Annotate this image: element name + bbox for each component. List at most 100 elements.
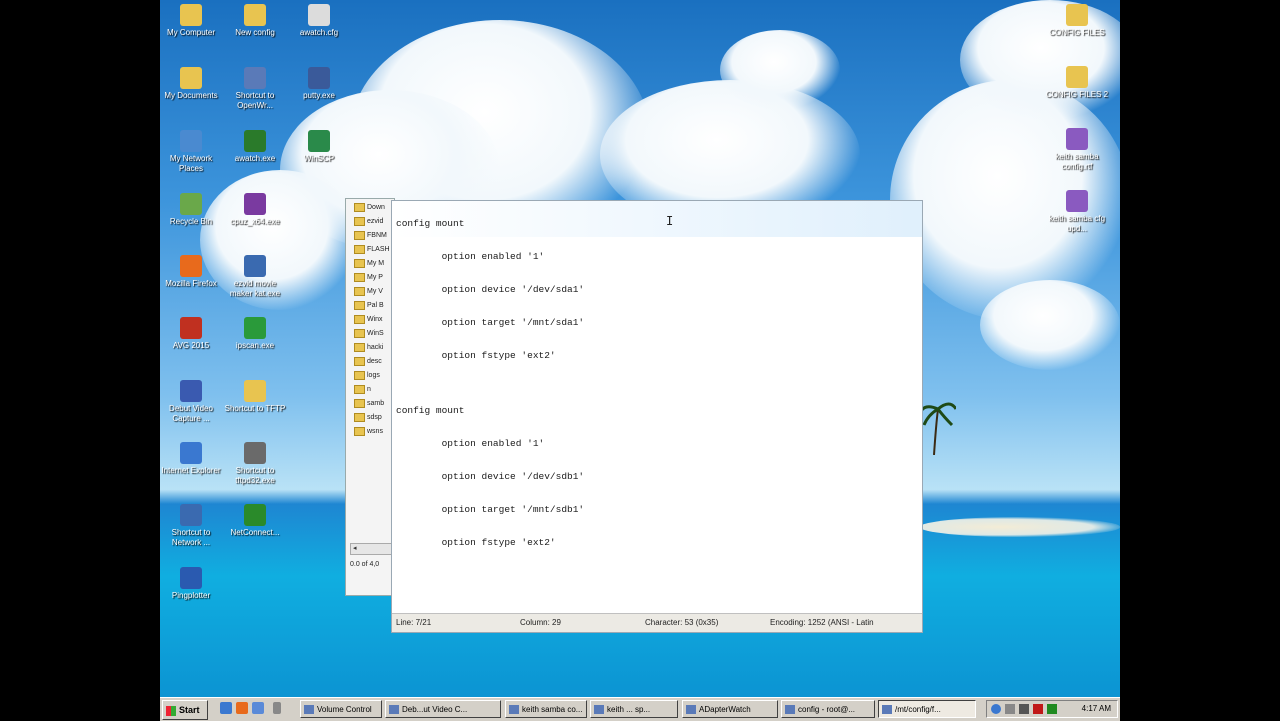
shortcut-icon: [244, 67, 266, 89]
desktop-icon[interactable]: Pingplotter: [160, 567, 223, 601]
taskbar-button[interactable]: ADapterWatch: [682, 700, 778, 718]
desktop-icon[interactable]: Shortcut to Network ...: [160, 504, 223, 548]
tree-item[interactable]: FBNM: [352, 229, 394, 243]
tree-item[interactable]: Pal B: [352, 299, 394, 313]
tree-item[interactable]: ezvid: [352, 215, 394, 229]
folder-icon: [354, 258, 365, 268]
file-icon: [308, 4, 330, 26]
desktop-icon[interactable]: Debut Video Capture ...: [160, 380, 223, 424]
tree-item-label: desc: [367, 358, 382, 365]
desktop-icon-label: My Network Places: [169, 154, 213, 173]
monitor-tray-icon[interactable]: [1047, 704, 1057, 714]
desktop-icon[interactable]: keith samba config.rtf: [1045, 128, 1109, 172]
horizontal-scrollbar[interactable]: ◂: [350, 543, 394, 555]
desktop-icon[interactable]: AVG 2015: [160, 317, 223, 351]
desktop-icon[interactable]: cpuz_x64.exe: [223, 193, 287, 227]
desktop-icon[interactable]: Mozilla Firefox: [160, 255, 223, 289]
tree-item[interactable]: samb: [352, 397, 394, 411]
desktop-icon[interactable]: New config: [223, 4, 287, 38]
tree-item[interactable]: My M: [352, 257, 394, 271]
tree-item[interactable]: WinS: [352, 327, 394, 341]
editor-content[interactable]: config mount option enabled '1' option d…: [396, 201, 584, 570]
tree-item[interactable]: My V: [352, 285, 394, 299]
explorer-window[interactable]: Down ezvid FBNM FLASH My M My P My V Pal B Winx W…: [345, 198, 395, 596]
status-character: Character: 53 (0x35): [645, 618, 719, 627]
desktop-icon[interactable]: awatch.cfg: [287, 4, 351, 38]
desktop-icon[interactable]: Shortcut to tftpd32.exe: [223, 442, 287, 486]
windows-logo-icon: [166, 705, 176, 716]
antivirus-tray-icon[interactable]: [1033, 704, 1043, 714]
tree-item-label: My V: [367, 288, 383, 295]
taskbar-button[interactable]: config - root@...: [781, 700, 875, 718]
desktop-icon-label: Recycle Bin: [169, 217, 213, 226]
tree-item[interactable]: hacki: [352, 341, 394, 355]
taskbar-button[interactable]: Deb...ut Video C...: [385, 700, 501, 718]
desktop-icon-label: cpuz_x64.exe: [230, 217, 280, 226]
tree-item[interactable]: logs: [352, 369, 394, 383]
desktop-icon-label: awatch.cfg: [299, 28, 339, 37]
folder-icon: [354, 384, 365, 394]
tree-item[interactable]: My P: [352, 271, 394, 285]
folder-icon: [354, 342, 365, 352]
chevron-icon[interactable]: [273, 702, 281, 714]
tree-item-label: FLASH: [367, 246, 390, 253]
desktop-icon[interactable]: Recycle Bin: [160, 193, 223, 227]
desktop-icon-label: Shortcut to OpenWr...: [235, 91, 275, 110]
desktop-icon-label: keith samba config.rtf: [1055, 152, 1099, 171]
desktop-icon[interactable]: keith samba cfg upd...: [1045, 190, 1109, 234]
firefox-quicklaunch-icon[interactable]: [236, 702, 248, 714]
folder-icon: [354, 398, 365, 408]
desktop-icon[interactable]: Shortcut to TFTP: [223, 380, 287, 414]
desktop-icon-label: My Computer: [166, 28, 215, 37]
taskbar-button[interactable]: keith ... sp...: [590, 700, 678, 718]
tree-item[interactable]: sdsp: [352, 411, 394, 425]
tree-item[interactable]: Down: [352, 201, 394, 215]
tree-item[interactable]: Winx: [352, 313, 394, 327]
taskbar-button-label: ADapterWatch: [699, 705, 751, 714]
desktop-icon-label: WinSCP: [303, 154, 335, 163]
tree-item[interactable]: n: [352, 383, 394, 397]
taskbar-button-label: keith ... sp...: [607, 705, 651, 714]
speaker-tray-icon[interactable]: [1019, 704, 1029, 714]
tree-item[interactable]: FLASH: [352, 243, 394, 257]
start-button[interactable]: Start: [162, 700, 208, 720]
taskbar-button[interactable]: Volume Control: [300, 700, 382, 718]
network-tray-icon[interactable]: [991, 704, 1001, 714]
taskbar-button[interactable]: keith samba co...: [505, 700, 587, 718]
desktop-icon[interactable]: WinSCP: [287, 130, 351, 164]
shield-tray-icon[interactable]: [1005, 704, 1015, 714]
folder-icon: [354, 244, 365, 254]
desktop-icon[interactable]: My Documents: [160, 67, 223, 101]
my-computer-icon: [180, 4, 202, 26]
desktop-icon[interactable]: CONFIG FILES: [1045, 4, 1109, 38]
desktop-icon[interactable]: putty.exe: [287, 67, 351, 101]
desktop-icon[interactable]: Shortcut to OpenWr...: [223, 67, 287, 111]
taskbar-button[interactable]: /mt/config/f...: [878, 700, 976, 718]
taskbar-button-label: keith samba co...: [522, 705, 583, 714]
desktop-icon[interactable]: My Computer: [160, 4, 223, 38]
scroll-left-icon[interactable]: ◂: [353, 544, 357, 554]
desktop-icon[interactable]: My Network Places: [160, 130, 223, 174]
winscp-icon: [308, 130, 330, 152]
desktop-icon[interactable]: ipscan.exe: [223, 317, 287, 351]
desktop-icon[interactable]: CONFIG FILES 2: [1045, 66, 1109, 100]
ie-quicklaunch-icon[interactable]: [220, 702, 232, 714]
clock[interactable]: 4:17 AM: [1082, 701, 1111, 717]
window-icon: [389, 705, 399, 714]
folder-icon: [354, 426, 365, 436]
tree-item[interactable]: desc: [352, 355, 394, 369]
window-icon: [594, 705, 604, 714]
show-desktop-icon[interactable]: [252, 702, 264, 714]
desktop-icon-label: NetConnect...: [230, 528, 280, 537]
tree-item-label: Pal B: [367, 302, 384, 309]
palm-tree-icon: [920, 402, 956, 455]
text-editor-window[interactable]: config mount option enabled '1' option d…: [391, 200, 923, 633]
tree-item-label: Winx: [367, 316, 383, 323]
desktop-icon[interactable]: Internet Explorer: [160, 442, 223, 476]
desktop-icon-label: Pingplotter: [171, 591, 211, 600]
tree-item-label: hacki: [367, 344, 384, 351]
desktop-icon[interactable]: awatch.exe: [223, 130, 287, 164]
tree-item[interactable]: wsns: [352, 425, 394, 439]
desktop-icon[interactable]: ezvid movie maker kat.exe: [223, 255, 287, 299]
desktop-icon[interactable]: NetConnect...: [223, 504, 287, 538]
